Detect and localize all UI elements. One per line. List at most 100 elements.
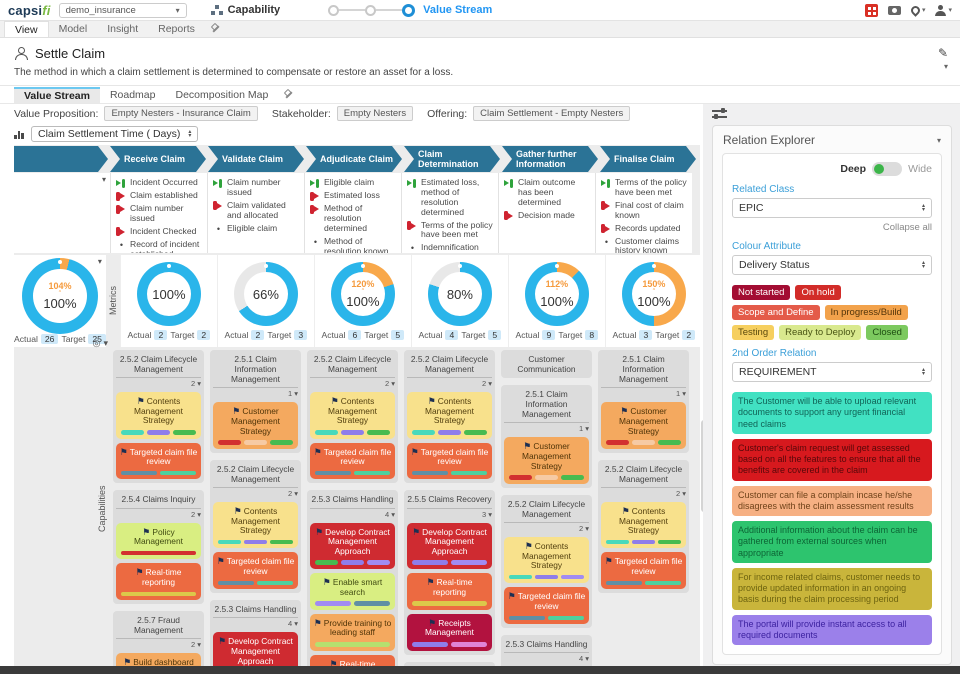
pin-icon[interactable] [211,24,221,34]
capability-group-count[interactable]: 2 ▾ [310,377,395,388]
second-order-relation-select[interactable]: REQUIREMENT ▴ ▾ [732,362,932,382]
epic-card[interactable]: ⚑ Contents Management Strategy [504,537,589,584]
capability-group-count[interactable]: 2 ▾ [116,507,201,519]
epic-card[interactable]: ⚑ Build dashboard [116,653,201,666]
status-chip-on-hold[interactable]: On hold [795,285,841,300]
nav-tab-model[interactable]: Model [49,21,98,37]
epic-card[interactable]: ⚑Real-time reporting [310,654,395,666]
capability-group-count[interactable]: 2 ▾ [601,486,686,498]
epic-card[interactable]: ⚑ Receipts Management [407,613,492,651]
capability-group-count[interactable]: 3 ▾ [407,507,492,519]
capability-group-count[interactable]: 1 ▾ [601,387,686,398]
metric-donut[interactable]: 112% ^ 100% [524,262,589,326]
step-dot-2[interactable] [365,4,377,16]
capability-group-count[interactable]: 1 ▾ [213,387,298,398]
nav-tab-insight[interactable]: Insight [97,21,148,37]
chevron-down-icon[interactable]: ▾ [103,338,108,349]
epic-card[interactable]: ⚑ Targeted claim file review [116,442,201,480]
metric-select[interactable]: Claim Settlement Time ( Days) ▴ ▾ [31,126,199,142]
stage-arrow-finalise-claim[interactable]: Finalise Claim [600,146,696,172]
pin-icon[interactable] [284,90,294,100]
capability-group[interactable]: 2.5.1 Claim Information Management 1 ▾ ⚑ Cu… [210,350,301,453]
breadcrumb-stepper[interactable]: Value Stream [328,3,492,17]
requirement-bar[interactable]: For income related claims, customer need… [732,567,932,610]
epic-card[interactable]: ⚑ Contents Management Strategy [407,392,492,439]
capability-group-count[interactable]: 2 ▾ [116,638,201,649]
stage-arrow-receive-claim[interactable]: Receive Claim [110,146,206,172]
chevron-down-icon[interactable]: ▾ [102,175,106,184]
epic-card[interactable]: ⚑ Contents Management Strategy [213,501,298,549]
capability-group-count[interactable]: 2 ▾ [504,522,589,533]
capability-group[interactable]: 2.5.7 Fraud Management 2 ▾ ⚑ Build dashboar… [113,611,204,666]
status-chip-ready-to-deploy[interactable]: Ready to Deploy [779,325,862,340]
epic-card[interactable]: ⚑ Customer Management Strategy [504,437,589,484]
capability-group[interactable]: 2.5.2 Claim Lifecycle Management 2 ▾ ⚑ Cont… [210,459,301,594]
workspace-select[interactable]: demo_insurance ▾ [58,2,187,18]
capability-group-count[interactable]: 4 ▾ [504,652,589,663]
location-icon[interactable] [909,3,922,17]
epic-card[interactable]: ⚑ Develop Contract Management Approach [407,522,492,569]
epic-card[interactable]: ⚑ Customer Management Strategy [213,402,298,449]
capability-group-count[interactable]: 2 ▾ [407,377,492,388]
stage-arrow-claim-determination[interactable]: Claim Determination [404,146,500,172]
capability-group-count[interactable]: 2 ▾ [213,486,298,498]
stakeholder-chip[interactable]: Empty Nesters [336,106,414,121]
epic-card[interactable]: ⚑ Targeted claim file review [407,442,492,480]
capability-group[interactable]: 2.5.3 Claims Handling4 ▾⚑Develop Contrac… [307,490,398,666]
stage-arrow-gather-further-information[interactable]: Gather further Information [502,146,598,172]
epic-card[interactable]: ⚑ Targeted claim file review [213,552,298,590]
status-chip-scope-and-define[interactable]: Scope and Define [732,305,820,320]
capability-group[interactable]: 2.5.2 Claim Lifecycle Management 2 ▾ ⚑ Cont… [598,459,689,594]
user-icon[interactable] [935,4,947,16]
requirement-bar[interactable]: The portal will provide instant access t… [732,614,932,645]
deep-wide-toggle[interactable] [872,162,903,176]
view-tab-decomposition-map[interactable]: Decomposition Map [165,87,278,103]
metric-donut[interactable]: 66% [233,262,298,326]
capability-group[interactable]: 2.5.2 Claim Lifecycle Management 2 ▾ ⚑ Cont… [404,350,495,484]
edit-icon[interactable]: ✎ [938,46,948,60]
apps-badge-icon[interactable] [864,3,878,17]
epic-card[interactable]: ⚑ Enable smart search [310,572,395,610]
nav-tab-view[interactable]: View [4,21,49,37]
epic-card[interactable]: ⚑ Policy Management [116,522,201,560]
capability-group[interactable]: 2.5.2 Claim Lifecycle Management 2 ▾ ⚑ Cont… [307,350,398,484]
epic-card[interactable]: ⚑ Develop Contract Management Approach [310,522,395,569]
requirement-bar[interactable]: Customer's claim request will get assess… [732,438,932,481]
collapse-all-link[interactable]: Collapse all [732,222,932,233]
metric-donut[interactable]: 150% ^ 100% [621,262,686,326]
related-class-select[interactable]: EPIC ▴ ▾ [732,198,932,218]
capability-group[interactable]: 2.5.5 Claims Recovery 3 ▾ ⚑ Develop Contrac… [404,490,495,655]
requirement-bar[interactable]: The Customer will be able to upload rele… [732,392,932,434]
capability-group[interactable]: 2.5.3 Claims Handling4 ▾⚑Develop Contrac… [501,635,592,666]
colour-attribute-select[interactable]: Delivery Status ▴ ▾ [732,255,932,275]
capability-group-count[interactable]: 4 ▾ [213,617,298,628]
target-circle-icon[interactable]: ◎ [93,338,101,349]
capability-group[interactable]: 2.5.1 Claim Information Management 1 ▾ ⚑ Cu… [598,350,689,453]
settings-sliders-icon[interactable] [712,108,727,119]
epic-card[interactable]: ⚑ Targeted claim file review [310,442,395,480]
view-tab-value-stream[interactable]: Value Stream [14,87,100,103]
capability-group[interactable]: 2.5.2 Claim Lifecycle Management 2 ▾ ⚑ Cont… [113,350,204,484]
step-dot-1[interactable] [328,4,340,16]
epic-card[interactable]: ⚑ Develop Contract Management Approach [213,632,298,666]
chevron-down-icon[interactable]: ▾ [944,62,948,71]
capability-mode[interactable]: Capability [210,4,280,16]
status-chip-not-started[interactable]: Not started [732,285,791,300]
capability-group[interactable]: 2.5.2 Claim Lifecycle Management 2 ▾ ⚑ Cont… [501,494,592,629]
requirement-bar[interactable]: Customer can file a complain incase he/s… [732,485,932,516]
capability-group[interactable]: 2.5.1 Claim Information Management 1 ▾ ⚑ Cu… [501,385,592,488]
stage-arrow-adjudicate-claim[interactable]: Adjudicate Claim [306,146,402,172]
status-chip-closed[interactable]: Closed [866,325,908,340]
epic-card[interactable]: ⚑Real-time reporting [407,572,492,610]
epic-card[interactable]: ⚑ Targeted claim file review [601,552,686,590]
epic-card[interactable]: ⚑ Provide training to leading staff [310,613,395,651]
capability-group[interactable]: 2.5.3 Claims Handling4 ▾⚑Develop Contrac… [210,600,301,666]
epic-card[interactable]: ⚑ Targeted claim file review [504,587,589,625]
offering-chip[interactable]: Claim Settlement - Empty Nesters [473,106,631,121]
epic-card[interactable]: ⚑ Contents Management Strategy [601,501,686,549]
epic-card[interactable]: ⚑ Customer Management Strategy [601,402,686,449]
chevron-down-icon[interactable]: ▾ [98,257,102,266]
capability-group-count[interactable]: 1 ▾ [504,422,589,433]
capability-group[interactable]: 2.5.4 Claims Inquiry 2 ▾ ⚑ Policy Managemen… [113,490,204,605]
view-tab-roadmap[interactable]: Roadmap [100,87,166,103]
